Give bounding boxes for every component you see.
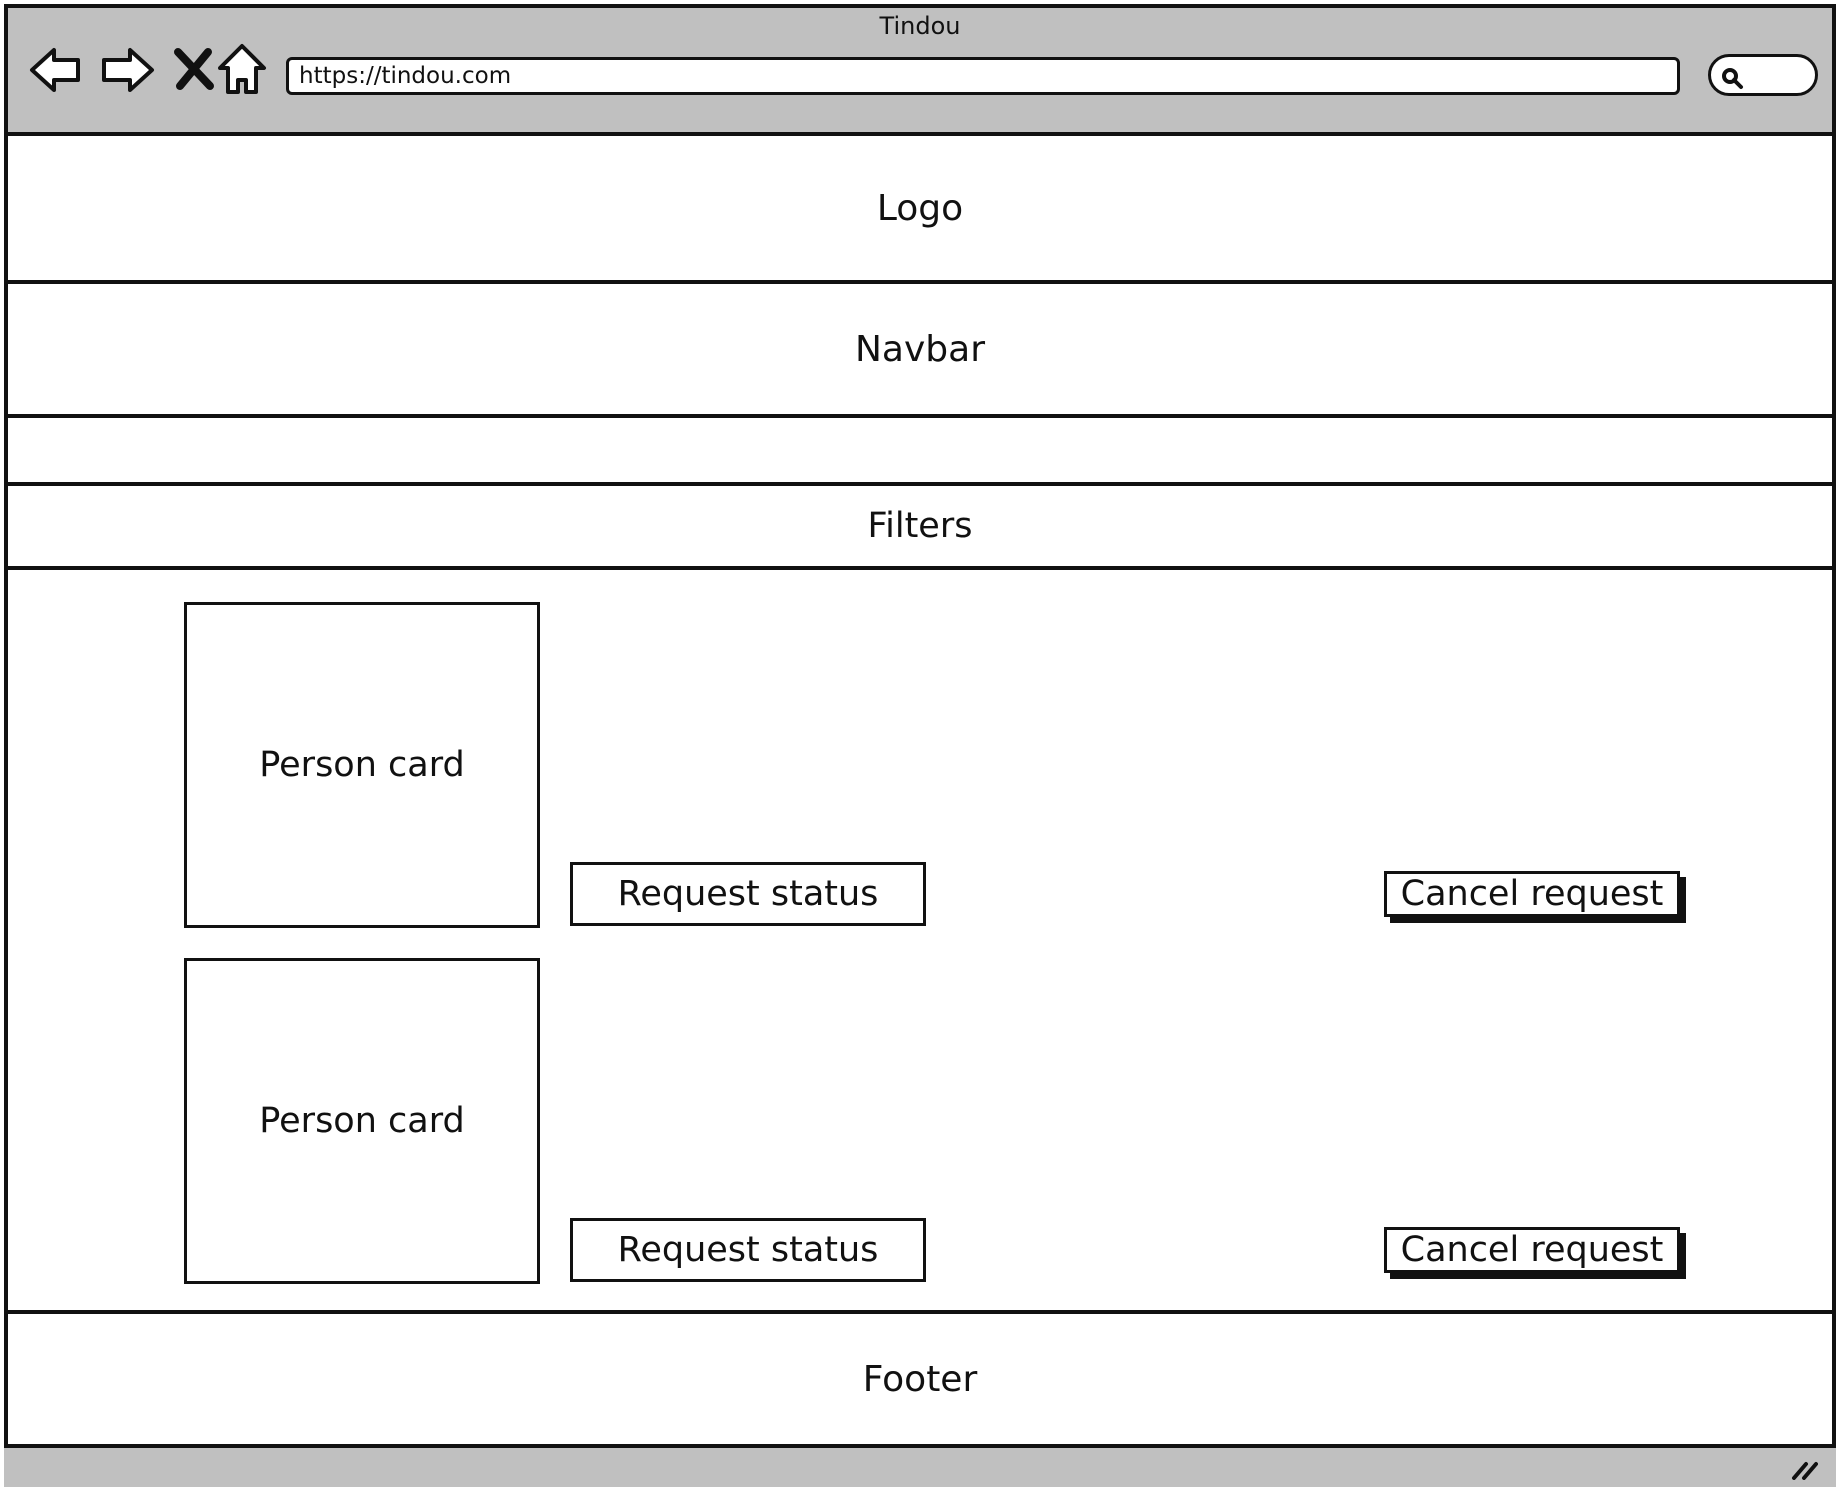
person-card-label: Person card	[259, 1101, 465, 1141]
navbar-label: Navbar	[854, 328, 985, 370]
logo-label: Logo	[876, 187, 964, 229]
request-status: Request status	[570, 1218, 926, 1282]
request-status: Request status	[570, 862, 926, 926]
filters-label: Filters	[867, 506, 973, 546]
back-arrow-icon[interactable]	[28, 40, 88, 100]
cancel-request-label: Cancel request	[1400, 1229, 1664, 1270]
person-card-label: Person card	[259, 745, 465, 785]
cancel-request-label: Cancel request	[1400, 873, 1664, 914]
search-input[interactable]	[1708, 54, 1818, 96]
header-logo[interactable]: Logo	[4, 136, 1836, 284]
forward-arrow-icon[interactable]	[96, 40, 156, 100]
person-card[interactable]: Person card	[184, 958, 540, 1284]
request-status-label: Request status	[617, 1230, 879, 1270]
person-card[interactable]: Person card	[184, 602, 540, 928]
status-bar	[4, 1448, 1836, 1487]
footer-label: Footer	[862, 1358, 978, 1400]
url-input[interactable]: https://tindou.com	[286, 57, 1680, 95]
window-title: Tindou	[879, 12, 961, 40]
filters-bar[interactable]: Filters	[4, 486, 1836, 570]
resize-grip-icon[interactable]	[1788, 1456, 1818, 1484]
request-status-label: Request status	[617, 874, 879, 914]
search-icon	[1722, 68, 1743, 89]
spacer-section	[4, 418, 1836, 486]
cancel-request-button[interactable]: Cancel request	[1384, 1227, 1680, 1273]
home-icon[interactable]	[212, 40, 272, 100]
navbar[interactable]: Navbar	[4, 284, 1836, 418]
cancel-request-button[interactable]: Cancel request	[1384, 871, 1680, 917]
footer: Footer	[4, 1310, 1836, 1448]
